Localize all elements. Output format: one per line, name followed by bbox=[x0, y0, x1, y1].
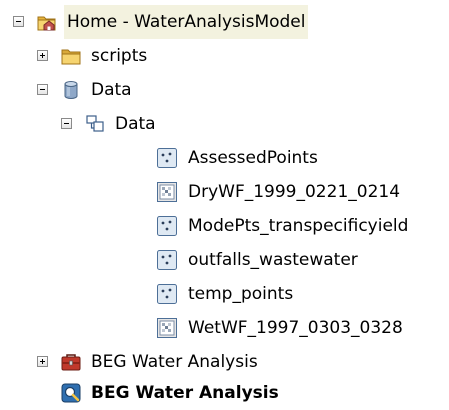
tree-item-model[interactable]: BEG Water Analysis bbox=[0, 376, 449, 410]
tree-item-label: WetWF_1997_0303_0328 bbox=[188, 318, 403, 338]
toolbox-icon bbox=[61, 354, 81, 371]
catalog-tree: Home - WaterAnalysisModel scripts Data D… bbox=[0, 0, 449, 408]
point-feature-class-icon bbox=[157, 250, 177, 270]
point-feature-class-icon bbox=[157, 148, 177, 168]
tree-item-modepts[interactable]: ModePts_transpecificyield bbox=[0, 209, 449, 243]
point-feature-class-icon bbox=[157, 216, 177, 236]
tree-item-data-geodatabase[interactable]: Data bbox=[0, 73, 449, 107]
collapse-toggle[interactable] bbox=[61, 118, 72, 129]
geodatabase-icon bbox=[64, 81, 78, 99]
tree-item-label: Data bbox=[91, 80, 132, 100]
tree-item-data-feature-dataset[interactable]: Data bbox=[0, 107, 449, 141]
tree-item-label: BEG Water Analysis bbox=[91, 352, 258, 372]
point-feature-class-icon bbox=[157, 284, 177, 304]
raster-icon bbox=[157, 318, 177, 338]
home-folder-icon bbox=[37, 16, 56, 31]
tree-item-scripts[interactable]: scripts bbox=[0, 39, 449, 73]
tree-item-label: ModePts_transpecificyield bbox=[188, 216, 409, 236]
tree-item-label: AssessedPoints bbox=[188, 148, 318, 168]
tree-item-label: temp_points bbox=[188, 284, 294, 304]
tree-item-drywf-raster[interactable]: DryWF_1999_0221_0214 bbox=[0, 175, 449, 209]
raster-icon bbox=[157, 182, 177, 202]
tree-item-label: Data bbox=[115, 114, 156, 134]
collapse-toggle[interactable] bbox=[13, 16, 24, 27]
tree-item-label: BEG Water Analysis bbox=[91, 383, 279, 403]
tree-item-label: scripts bbox=[91, 46, 148, 66]
collapse-toggle[interactable] bbox=[37, 84, 48, 95]
tree-item-label: DryWF_1999_0221_0214 bbox=[188, 182, 401, 202]
expand-toggle[interactable] bbox=[37, 50, 48, 61]
expand-toggle[interactable] bbox=[37, 356, 48, 367]
tree-item-outfalls-wastewater[interactable]: outfalls_wastewater bbox=[0, 243, 449, 277]
tree-item-label: outfalls_wastewater bbox=[188, 250, 358, 270]
tree-item-toolbox[interactable]: BEG Water Analysis bbox=[0, 345, 449, 379]
tree-item-assessedpoints[interactable]: AssessedPoints bbox=[0, 141, 449, 175]
folder-icon bbox=[61, 49, 81, 65]
feature-dataset-icon bbox=[86, 115, 104, 132]
tree-item-wetwf-raster[interactable]: WetWF_1997_0303_0328 bbox=[0, 311, 449, 345]
tree-item-temp-points[interactable]: temp_points bbox=[0, 277, 449, 311]
model-icon bbox=[61, 383, 81, 403]
tree-item-home[interactable]: Home - WaterAnalysisModel bbox=[0, 5, 449, 39]
tree-item-label: Home - WaterAnalysisModel bbox=[64, 5, 309, 39]
